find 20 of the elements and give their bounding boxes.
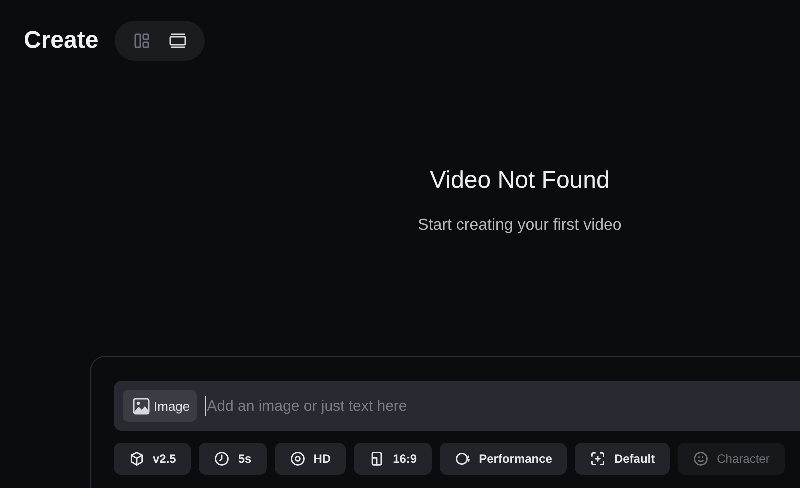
- empty-state-title: Video Not Found: [430, 167, 610, 195]
- motion-icon[interactable]: [455, 451, 472, 467]
- clock-icon[interactable]: [214, 451, 230, 467]
- cube-icon[interactable]: [129, 451, 145, 467]
- prompt-input[interactable]: Add an image or just text here: [205, 396, 800, 416]
- motion-option-button[interactable]: Performance: [440, 443, 568, 475]
- empty-state-subtitle: Start creating your first video: [418, 217, 622, 235]
- cube-option-button[interactable]: v2.5: [114, 443, 192, 475]
- ratio-option-button[interactable]: 16:9: [354, 443, 432, 475]
- focus-icon[interactable]: [590, 451, 606, 467]
- image-button[interactable]: Image: [123, 390, 198, 422]
- eye-option-button[interactable]: HD: [274, 443, 346, 475]
- eye-icon[interactable]: [290, 451, 306, 467]
- clock-option-button[interactable]: 5s: [199, 443, 267, 475]
- grid-view-icon[interactable]: [134, 33, 150, 49]
- image-icon[interactable]: [133, 398, 150, 414]
- page-title: Create: [24, 27, 99, 55]
- prompt-field[interactable]: Image Add an image or just text here: [114, 381, 800, 431]
- list-view-icon[interactable]: [168, 33, 187, 49]
- focus-option-button[interactable]: Default: [575, 443, 670, 475]
